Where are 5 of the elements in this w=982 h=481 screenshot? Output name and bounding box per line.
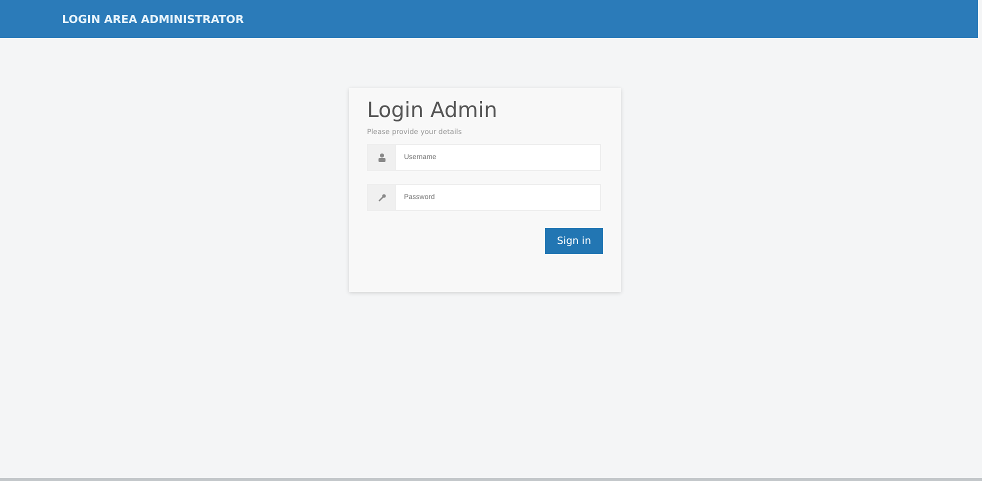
login-title: Login Admin bbox=[367, 98, 498, 122]
sign-in-button[interactable]: Sign in bbox=[545, 228, 603, 254]
header-title: LOGIN AREA ADMINISTRATOR bbox=[62, 12, 244, 26]
key-icon bbox=[378, 194, 386, 202]
user-icon bbox=[378, 153, 386, 162]
